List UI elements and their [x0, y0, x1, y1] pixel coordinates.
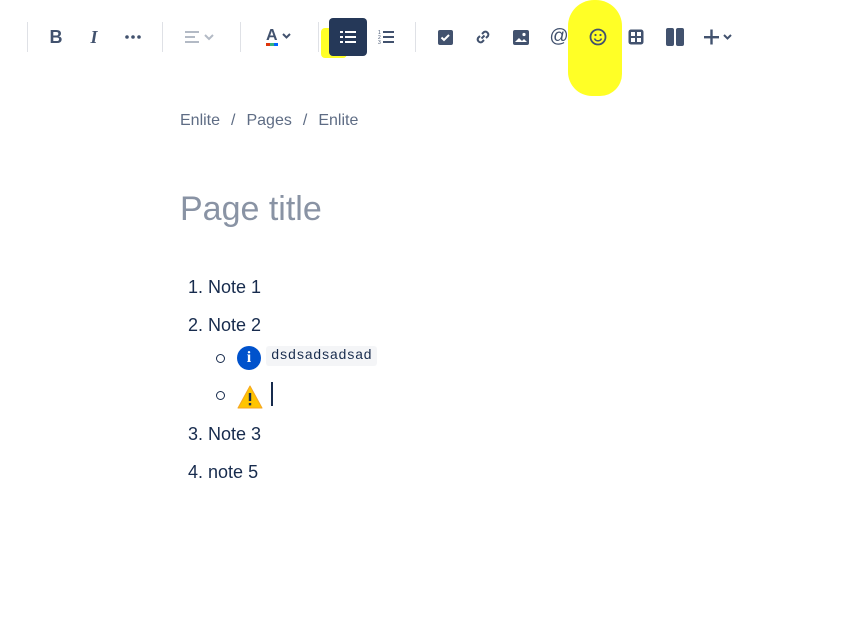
- svg-text:3: 3: [378, 40, 381, 45]
- alignment-button[interactable]: [180, 19, 220, 55]
- text-color-icon: A: [266, 27, 291, 46]
- info-icon: i: [237, 346, 261, 370]
- list-number: 4.: [188, 462, 204, 482]
- breadcrumb-item[interactable]: Enlite: [180, 112, 220, 130]
- emoji-button[interactable]: [580, 19, 616, 55]
- breadcrumb: Enlite / Pages / Enlite: [180, 112, 358, 130]
- page-title-input[interactable]: Page title: [180, 190, 322, 229]
- bold-icon: B: [49, 26, 63, 47]
- image-icon: [513, 29, 529, 45]
- toolbar-divider: [318, 22, 319, 52]
- toolbar-divider: [162, 22, 163, 52]
- breadcrumb-separator: /: [302, 112, 308, 129]
- list-number: 1.: [188, 277, 204, 297]
- editor-toolbar: B I A 1 2 3 @: [0, 0, 860, 96]
- link-icon: [476, 30, 490, 44]
- bullet-icon: [216, 354, 225, 363]
- plus-icon: [704, 29, 732, 45]
- list-item-text: Note 2: [208, 315, 262, 335]
- text-color-button[interactable]: A: [258, 19, 298, 55]
- toolbar-divider: [27, 22, 28, 52]
- list-number: 3.: [188, 424, 204, 444]
- at-icon: @: [549, 26, 569, 47]
- action-item-button[interactable]: [427, 19, 463, 55]
- warning-icon: [237, 385, 263, 409]
- list-item[interactable]: 2. Note 2: [188, 315, 261, 336]
- list-item[interactable]: 3. Note 3: [188, 424, 261, 445]
- numbered-list-button[interactable]: 1 2 3: [368, 19, 404, 55]
- italic-button[interactable]: I: [76, 19, 112, 55]
- breadcrumb-item[interactable]: Pages: [246, 112, 291, 130]
- text-cursor: [271, 382, 273, 406]
- insert-button[interactable]: [700, 19, 740, 55]
- bullet-list-icon: [340, 31, 356, 43]
- breadcrumb-separator: /: [231, 112, 236, 129]
- list-item[interactable]: 4. note 5: [188, 462, 258, 483]
- link-button[interactable]: [465, 19, 501, 55]
- svg-text:A: A: [266, 27, 278, 44]
- list-item-text: note 5: [208, 462, 259, 482]
- table-button[interactable]: [618, 19, 654, 55]
- list-item-text: Note 1: [208, 277, 262, 297]
- list-number: 2.: [188, 315, 204, 335]
- bullet-icon: [216, 391, 225, 400]
- mention-button[interactable]: @: [541, 19, 577, 55]
- breadcrumb-item[interactable]: Enlite: [318, 112, 358, 130]
- more-formatting-button[interactable]: [115, 19, 151, 55]
- more-icon: [125, 35, 141, 39]
- layout-columns-icon: [666, 28, 684, 46]
- toolbar-divider: [415, 22, 416, 52]
- image-button[interactable]: [503, 19, 539, 55]
- list-item-text: Note 3: [208, 424, 262, 444]
- checkbox-icon: [437, 29, 453, 45]
- emoji-icon: [589, 28, 607, 46]
- italic-icon: I: [90, 26, 98, 47]
- toolbar-divider: [240, 22, 241, 52]
- table-icon: [628, 29, 644, 45]
- bold-button[interactable]: B: [38, 19, 74, 55]
- numbered-list-icon: 1 2 3: [378, 30, 394, 45]
- list-item[interactable]: 1. Note 1: [188, 277, 261, 298]
- layouts-button[interactable]: [657, 19, 693, 55]
- align-left-icon: [185, 31, 214, 43]
- bullet-list-button[interactable]: [329, 18, 367, 56]
- inline-code: dsdsadsadsad: [266, 346, 377, 366]
